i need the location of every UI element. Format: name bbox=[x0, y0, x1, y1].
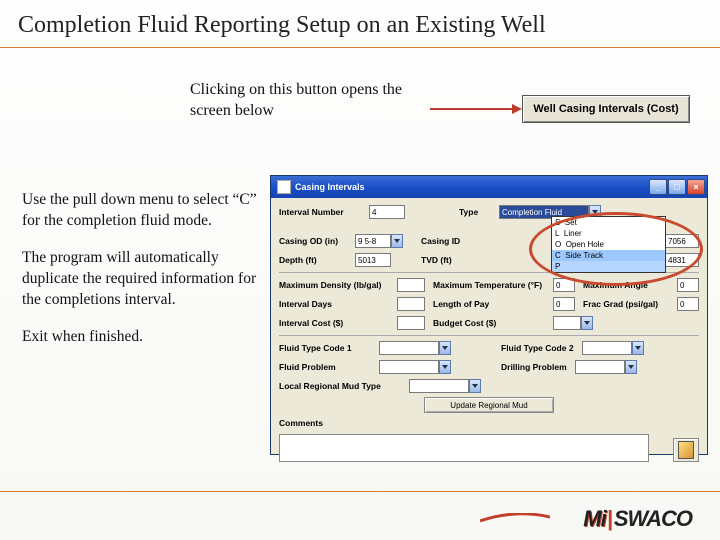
instruction-p1: Use the pull down menu to select “C” for… bbox=[22, 190, 262, 232]
ft2-dd[interactable] bbox=[632, 341, 644, 355]
local-mud-input[interactable] bbox=[409, 379, 469, 393]
type-option-l[interactable]: L Liner bbox=[552, 228, 665, 239]
maximize-button[interactable]: □ bbox=[668, 179, 686, 195]
ft-input[interactable]: 4831 bbox=[665, 253, 699, 267]
lm-dd[interactable] bbox=[469, 379, 481, 393]
casing-od-input[interactable]: 9 5-8 bbox=[355, 234, 391, 248]
ft1-dd[interactable] bbox=[439, 341, 451, 355]
fluid-type-1-label: Fluid Type Code 1 bbox=[279, 343, 379, 353]
frac-grad-label: Frac Grad (psi/gal) bbox=[583, 299, 658, 309]
comments-textarea[interactable] bbox=[279, 434, 649, 462]
casing-od-label: Casing OD (in) bbox=[279, 236, 355, 246]
fluid-type-2-input[interactable] bbox=[582, 341, 632, 355]
type-label: Type bbox=[459, 207, 499, 217]
dialog-icon bbox=[277, 180, 291, 194]
logo-swaco: SWACO bbox=[614, 506, 692, 532]
interval-cost-input[interactable] bbox=[397, 316, 425, 330]
length-pay-input[interactable]: 0 bbox=[553, 297, 575, 311]
instruction-p2: The program will automatically duplicate… bbox=[22, 248, 262, 311]
interval-number-label: Interval Number bbox=[279, 207, 369, 217]
exit-icon[interactable] bbox=[673, 438, 699, 462]
fluid-type-2-label: Fluid Type Code 2 bbox=[501, 343, 574, 353]
minimize-button[interactable]: _ bbox=[649, 179, 667, 195]
dp-dd[interactable] bbox=[625, 360, 637, 374]
callout-text: Clicking on this button opens the screen… bbox=[190, 80, 430, 122]
drilling-problem-input[interactable] bbox=[575, 360, 625, 374]
max-temp-input[interactable]: 0 bbox=[553, 278, 575, 292]
instruction-p3: Exit when finished. bbox=[22, 327, 262, 348]
interval-days-label: Interval Days bbox=[279, 299, 397, 309]
slide-title: Completion Fluid Reporting Setup on an E… bbox=[0, 0, 720, 47]
logo-dash: | bbox=[607, 506, 613, 532]
dialog-body: Interval Number 4 Type Completion Fluid … bbox=[271, 198, 707, 468]
update-regional-mud-button[interactable]: Update Regional Mud bbox=[424, 397, 554, 413]
type-option-o[interactable]: O Open Hole bbox=[552, 239, 665, 250]
casing-od-dd[interactable] bbox=[391, 234, 403, 248]
title-underline bbox=[0, 47, 720, 48]
type-option-c[interactable]: C Side Track bbox=[552, 250, 665, 261]
type-option-p[interactable]: P bbox=[552, 261, 665, 272]
interval-cost-label: Interval Cost ($) bbox=[279, 318, 397, 328]
comments-label: Comments bbox=[279, 418, 323, 428]
max-angle-label: Maximum Angle bbox=[583, 280, 648, 290]
well-casing-intervals-button[interactable]: Well Casing Intervals (Cost) bbox=[522, 95, 690, 123]
budget-cost-dd[interactable] bbox=[581, 316, 593, 330]
miswaco-logo: Mi|SWACO bbox=[583, 506, 692, 532]
dialog-titlebar[interactable]: Casing Intervals _ □ × bbox=[271, 176, 707, 198]
fluid-problem-label: Fluid Problem bbox=[279, 362, 379, 372]
instruction-text: Use the pull down menu to select “C” for… bbox=[22, 190, 262, 364]
arrow-annotation bbox=[430, 108, 520, 110]
type-dropdown-list[interactable]: S Set L Liner O Open Hole C Side Track P bbox=[551, 216, 666, 273]
footer-rule bbox=[0, 491, 720, 492]
divider-2 bbox=[279, 335, 699, 336]
max-density-input[interactable] bbox=[397, 278, 425, 292]
max-density-label: Maximum Density (lb/gal) bbox=[279, 280, 397, 290]
budget-cost-input[interactable] bbox=[553, 316, 581, 330]
fluid-problem-input[interactable] bbox=[379, 360, 439, 374]
close-button[interactable]: × bbox=[687, 179, 705, 195]
dialog-title: Casing Intervals bbox=[295, 182, 365, 192]
interval-days-input[interactable] bbox=[397, 297, 425, 311]
casing-intervals-dialog: Casing Intervals _ □ × Interval Number 4… bbox=[270, 175, 708, 455]
depth-label: Depth (ft) bbox=[279, 255, 355, 265]
budget-cost-label: Budget Cost ($) bbox=[433, 318, 553, 328]
logo-mi: Mi bbox=[583, 506, 605, 532]
tvd-label: TVD (ft) bbox=[421, 255, 471, 265]
logo-swoosh-icon bbox=[480, 510, 550, 520]
frac-grad-input[interactable]: 0 bbox=[677, 297, 699, 311]
length-pay-label: Length of Pay bbox=[433, 299, 553, 309]
depth-input[interactable]: 5013 bbox=[355, 253, 391, 267]
type-option-s[interactable]: S Set bbox=[552, 217, 665, 228]
fluid-type-1-input[interactable] bbox=[379, 341, 439, 355]
casing-id-label: Casing ID bbox=[421, 236, 471, 246]
max-temp-label: Maximum Temperature (°F) bbox=[433, 280, 553, 290]
local-mud-label: Local Regional Mud Type bbox=[279, 381, 409, 391]
in-input[interactable]: 7056 bbox=[665, 234, 699, 248]
drilling-problem-label: Drilling Problem bbox=[501, 362, 567, 372]
fp-dd[interactable] bbox=[439, 360, 451, 374]
max-angle-input[interactable]: 0 bbox=[677, 278, 699, 292]
interval-number-input[interactable]: 4 bbox=[369, 205, 405, 219]
